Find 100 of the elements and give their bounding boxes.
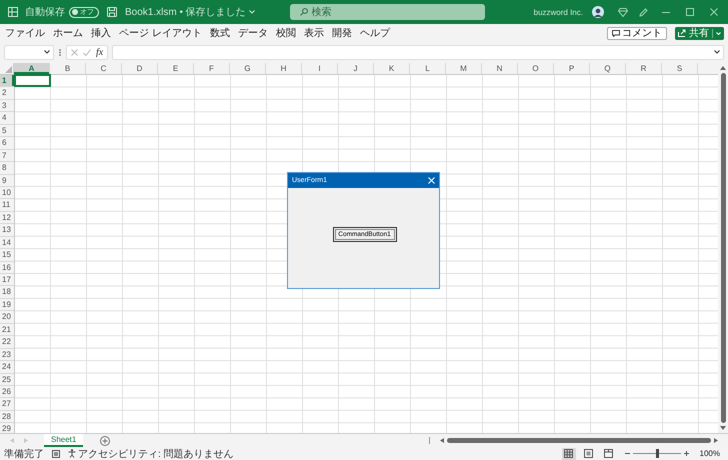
- grid-icon[interactable]: [8, 7, 18, 17]
- scroll-down-icon[interactable]: [720, 426, 726, 430]
- row-header[interactable]: 4: [0, 112, 14, 125]
- row-header[interactable]: 25: [0, 374, 14, 386]
- slider-thumb[interactable]: [656, 449, 659, 458]
- sheet-tab[interactable]: Sheet1: [44, 434, 84, 447]
- row-header[interactable]: 22: [0, 336, 14, 349]
- column-header[interactable]: P: [554, 63, 590, 74]
- column-header[interactable]: Q: [590, 63, 626, 74]
- zoom-level[interactable]: 100%: [700, 449, 720, 458]
- column-header[interactable]: S: [662, 63, 698, 74]
- row-header[interactable]: 9: [0, 174, 14, 187]
- row-header[interactable]: 10: [0, 186, 14, 200]
- zoom-in-icon[interactable]: [684, 451, 689, 456]
- row-header[interactable]: 24: [0, 361, 14, 374]
- comment-button[interactable]: コメント: [607, 26, 667, 40]
- view-button[interactable]: [602, 448, 616, 460]
- column-header[interactable]: F: [194, 63, 230, 74]
- close-icon[interactable]: [710, 8, 718, 16]
- selected-cell[interactable]: [14, 74, 51, 88]
- row-header[interactable]: 7: [0, 150, 14, 162]
- scroll-left-icon[interactable]: [440, 438, 444, 443]
- row-header[interactable]: 16: [0, 262, 14, 274]
- search-icon: [300, 8, 308, 16]
- normal-view-icon: [564, 449, 574, 458]
- accessibility-icon: [68, 449, 76, 458]
- comment-icon: [612, 30, 620, 36]
- row-header[interactable]: 1: [0, 75, 14, 88]
- accessibility-status[interactable]: アクセシビリティ: 問題ありません: [68, 446, 234, 460]
- search-field[interactable]: 検索: [290, 4, 485, 20]
- row-header[interactable]: 28: [0, 410, 14, 424]
- row-header[interactable]: 5: [0, 124, 14, 138]
- menu-item[interactable]: ページ レイアウト: [119, 26, 202, 40]
- column-header[interactable]: B: [50, 63, 86, 74]
- scrollbar-thumb[interactable]: [720, 73, 726, 423]
- menu-item[interactable]: 挿入: [91, 26, 111, 40]
- chevron-down-icon[interactable]: [248, 10, 255, 14]
- row-header[interactable]: 29: [0, 423, 14, 433]
- row-header[interactable]: 21: [0, 324, 14, 336]
- page-break-icon: [604, 449, 614, 458]
- macro-icon[interactable]: [52, 450, 60, 458]
- menu-item[interactable]: 校閲: [276, 26, 296, 40]
- column-header[interactable]: O: [518, 63, 554, 74]
- menu-item[interactable]: データ: [238, 26, 268, 40]
- column-header[interactable]: K: [374, 63, 410, 74]
- row-header[interactable]: 6: [0, 137, 14, 150]
- file-title[interactable]: Book1.xlsm • 保存しました: [125, 5, 246, 19]
- row-header[interactable]: 14: [0, 236, 14, 250]
- view-button[interactable]: [562, 448, 576, 460]
- maximize-icon[interactable]: [686, 8, 694, 16]
- chevron-down-icon: [44, 50, 50, 54]
- row-header[interactable]: 13: [0, 224, 14, 237]
- column-header[interactable]: L: [410, 63, 446, 74]
- share-button[interactable]: 共有: [675, 26, 724, 40]
- row-header[interactable]: 20: [0, 311, 14, 324]
- column-header[interactable]: I: [302, 63, 338, 74]
- column-header[interactable]: C: [86, 63, 122, 74]
- row-header[interactable]: 2: [0, 87, 14, 100]
- row-header[interactable]: 12: [0, 212, 14, 224]
- scroll-up-icon[interactable]: [720, 66, 726, 70]
- save-icon[interactable]: [107, 7, 117, 17]
- row-header[interactable]: 17: [0, 274, 14, 286]
- menu-item[interactable]: ヘルプ: [360, 26, 390, 40]
- menu-item[interactable]: ファイル: [5, 26, 45, 40]
- split-handle[interactable]: [429, 437, 430, 444]
- view-button[interactable]: [582, 448, 596, 460]
- menu-item[interactable]: ホーム: [53, 26, 83, 40]
- column-header[interactable]: M: [446, 63, 482, 74]
- column-header[interactable]: H: [266, 63, 302, 74]
- vertical-scrollbar[interactable]: [718, 63, 728, 433]
- avatar-icon[interactable]: [592, 6, 604, 18]
- row-header[interactable]: 27: [0, 398, 14, 411]
- check-icon[interactable]: [83, 48, 91, 56]
- formula-field[interactable]: [112, 44, 724, 60]
- row-header[interactable]: 11: [0, 199, 14, 212]
- autosave-label: 自動保存: [25, 6, 65, 19]
- menu-item[interactable]: 開発: [332, 26, 352, 40]
- add-sheet-icon[interactable]: [100, 436, 110, 446]
- row-header[interactable]: 18: [0, 286, 14, 299]
- chevron-down-icon: [716, 32, 721, 34]
- row-header[interactable]: 26: [0, 386, 14, 398]
- column-header[interactable]: J: [338, 63, 374, 74]
- row-header[interactable]: 23: [0, 348, 14, 362]
- column-header[interactable]: R: [626, 63, 662, 74]
- scroll-right-icon[interactable]: [714, 438, 718, 443]
- column-header[interactable]: N: [482, 63, 518, 74]
- row-header[interactable]: 8: [0, 162, 14, 174]
- row-header[interactable]: 19: [0, 298, 14, 312]
- function-button[interactable]: fx: [96, 46, 104, 58]
- menu-item[interactable]: 数式: [210, 26, 230, 40]
- column-header[interactable]: D: [122, 63, 158, 74]
- menu-item[interactable]: 表示: [304, 26, 324, 40]
- pen-icon[interactable]: [638, 8, 648, 16]
- column-header[interactable]: E: [158, 63, 194, 74]
- diamond-icon[interactable]: [618, 8, 628, 16]
- row-header[interactable]: 15: [0, 249, 14, 262]
- column-header[interactable]: A: [14, 63, 50, 74]
- chevron-down-icon: [714, 50, 720, 54]
- row-header[interactable]: 3: [0, 100, 14, 112]
- column-header[interactable]: G: [230, 63, 266, 74]
